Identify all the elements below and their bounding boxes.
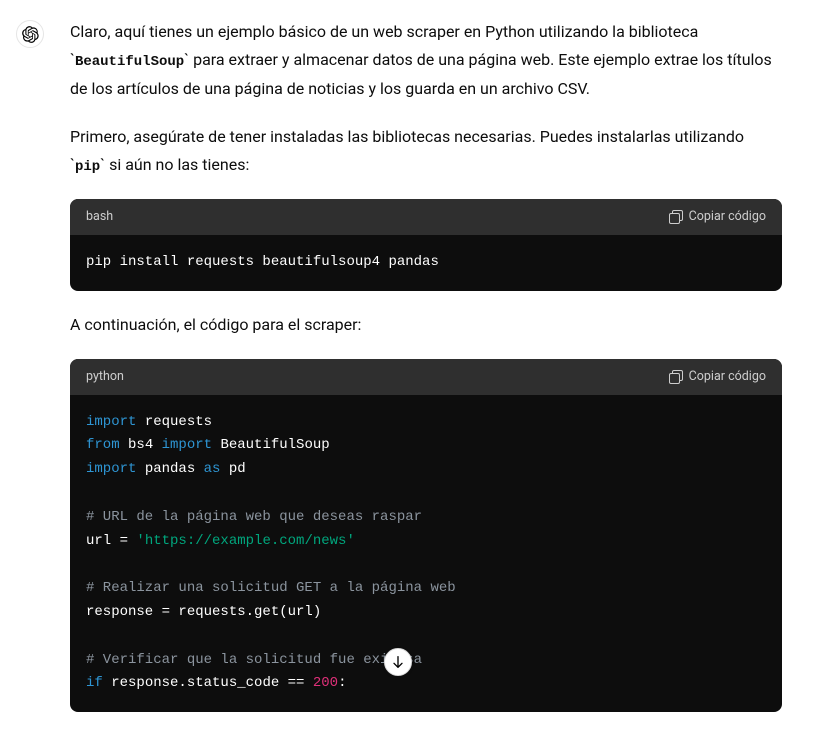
copy-label: Copiar código	[689, 209, 766, 224]
scroll-down-button[interactable]	[384, 648, 412, 676]
inline-code-pip: pip	[75, 159, 100, 175]
message-content: Claro, aquí tienes un ejemplo básico de …	[70, 18, 782, 732]
bash-code-block: bash Copiar código pip install requests …	[70, 199, 782, 291]
code-header: bash Copiar código	[70, 199, 782, 235]
copy-icon	[669, 370, 683, 384]
copy-label: Copiar código	[689, 369, 766, 384]
bash-code[interactable]: pip install requests beautifulsoup4 pand…	[70, 235, 782, 291]
code-lang-label: bash	[86, 206, 113, 228]
copy-code-button[interactable]: Copiar código	[669, 369, 766, 384]
code-header: python Copiar código	[70, 359, 782, 395]
inline-code-beautifulsoup: BeautifulSoup	[75, 54, 184, 70]
python-code[interactable]: import requests from bs4 import Beautifu…	[70, 395, 782, 713]
continuation-paragraph: A continuación, el código para el scrape…	[70, 311, 782, 339]
openai-logo-icon	[22, 26, 39, 43]
intro-paragraph: Claro, aquí tienes un ejemplo básico de …	[70, 18, 782, 103]
install-text-2: ` si aún no las tienes:	[100, 155, 249, 174]
python-code-block: python Copiar código import requests fro…	[70, 359, 782, 712]
install-paragraph: Primero, asegúrate de tener instaladas l…	[70, 123, 782, 180]
assistant-avatar	[16, 20, 44, 48]
copy-icon	[669, 210, 683, 224]
arrow-down-icon	[390, 654, 406, 670]
code-lang-label: python	[86, 366, 124, 388]
copy-code-button[interactable]: Copiar código	[669, 209, 766, 224]
